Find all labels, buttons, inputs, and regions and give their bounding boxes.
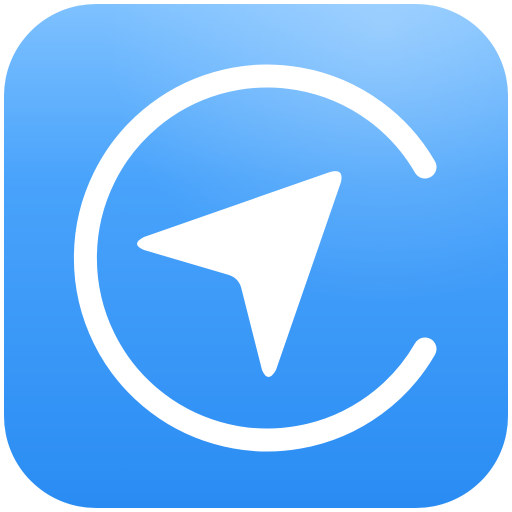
app-icon-stage (0, 0, 512, 512)
app-icon[interactable] (0, 0, 512, 512)
